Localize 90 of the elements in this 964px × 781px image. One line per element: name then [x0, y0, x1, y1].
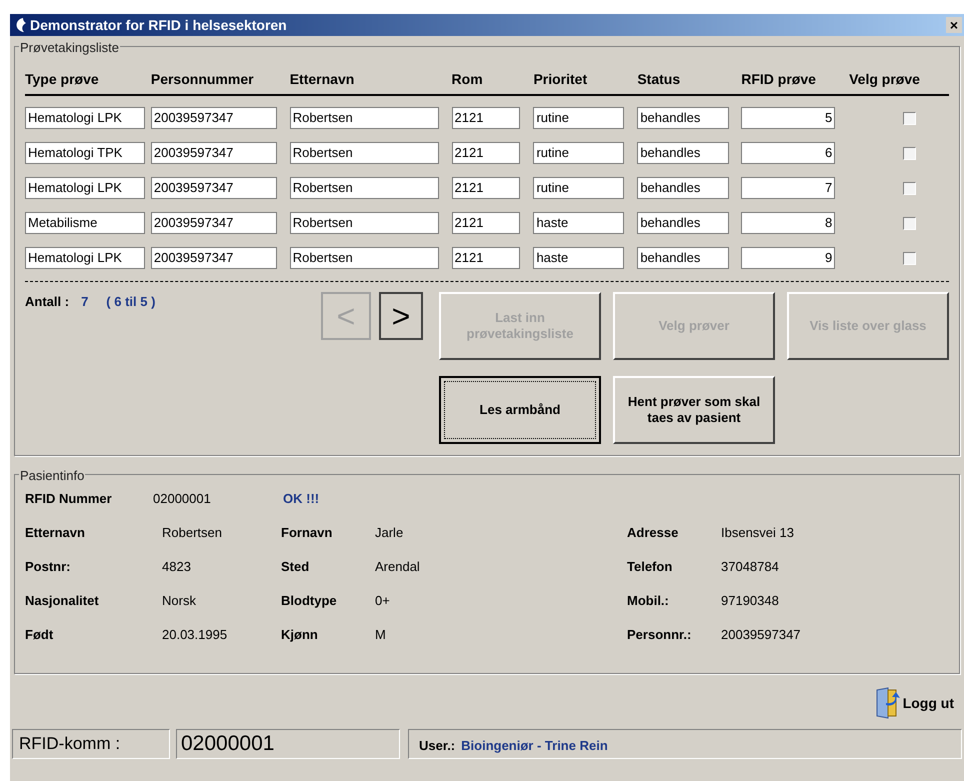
logout-button[interactable]: Logg ut [874, 687, 954, 719]
checkbox[interactable] [902, 146, 916, 160]
text-field[interactable]: rutine [533, 107, 624, 129]
text-field[interactable]: Robertsen [290, 247, 439, 269]
column-header: Rom [452, 70, 484, 89]
field-value: Arendal [375, 558, 420, 576]
text-field[interactable]: Hematologi TPK [25, 142, 145, 164]
action-button[interactable]: Les armbånd [439, 376, 601, 444]
text-field[interactable]: haste [533, 247, 624, 269]
text-field[interactable]: 20039597347 [150, 107, 277, 129]
field-value: 97190348 [721, 592, 779, 610]
action-button[interactable]: Hent prøver som skal taes av pasient [613, 376, 775, 444]
text-field[interactable]: rutine [533, 142, 624, 164]
field-label: Kjønn [281, 626, 319, 644]
field-label: Adresse [627, 524, 680, 542]
text-field[interactable]: 6 [741, 142, 836, 164]
column-header: Status [637, 70, 682, 89]
text-field[interactable]: Robertsen [290, 142, 439, 164]
text-field[interactable]: haste [533, 212, 624, 234]
status-value: 02000001 [176, 729, 400, 759]
text-field[interactable]: 9 [741, 247, 836, 269]
leaf-icon [14, 17, 28, 33]
status-label: RFID-komm : [12, 729, 170, 759]
field-label: Postnr: [25, 558, 72, 576]
checkbox[interactable] [902, 182, 916, 194]
field-value: Jarle [375, 524, 404, 542]
field-label: Telefon [627, 558, 674, 576]
field-value: Robertsen [162, 524, 222, 542]
text-field[interactable]: behandles [637, 212, 730, 234]
field-label: Født [25, 626, 54, 644]
door-icon [874, 687, 902, 719]
text-field[interactable]: 20039597347 [150, 247, 277, 269]
field-label: Mobil.: [627, 592, 670, 610]
text-field[interactable]: behandles [637, 107, 730, 129]
field-label: Blodtype [281, 592, 338, 610]
text-field[interactable]: 20039597347 [150, 177, 277, 199]
text-field[interactable]: Robertsen [290, 177, 439, 199]
nav-button[interactable]: > [379, 292, 423, 340]
field-label: RFID Nummer [25, 490, 113, 508]
text-field[interactable]: 8 [741, 212, 836, 234]
text-field[interactable]: Hematologi LPK [25, 247, 145, 269]
column-header: Etternavn [290, 70, 356, 89]
text-field[interactable]: behandles [637, 247, 730, 269]
user-label: User.: [419, 737, 456, 756]
field-value: 20.03.1995 [162, 626, 228, 644]
text-field[interactable]: 20039597347 [150, 142, 277, 164]
text-field[interactable]: 2121 [452, 177, 520, 199]
text-field[interactable]: 7 [741, 177, 836, 199]
column-header: RFID prøve [741, 70, 817, 89]
text-field[interactable]: 20039597347 [150, 212, 277, 234]
count-label: Antall : [25, 293, 70, 311]
text-field[interactable]: Robertsen [290, 212, 439, 234]
text-field[interactable]: 2121 [452, 142, 520, 164]
text-field[interactable]: 2121 [452, 247, 520, 269]
text-field[interactable]: rutine [533, 177, 624, 199]
field-label: Personnr.: [627, 626, 692, 644]
column-header: Personnummer [150, 70, 255, 89]
text-field[interactable]: Hematologi LPK [25, 177, 145, 199]
field-value: 4823 [162, 558, 191, 576]
column-header: Velg prøve [849, 70, 921, 89]
window-title: Demonstrator for RFID i helsesektoren [30, 16, 287, 34]
text-field[interactable]: 2121 [452, 107, 520, 129]
field-label: Fornavn [281, 524, 334, 542]
count-value: 7 [80, 293, 88, 311]
field-value: 20039597347 [721, 626, 801, 644]
page-range: ( 6 til 5 ) [105, 293, 156, 311]
text-field[interactable]: Metabilisme [25, 212, 145, 234]
checkbox[interactable] [902, 216, 916, 230]
text-field[interactable]: 2121 [452, 212, 520, 234]
column-header: Type prøve [25, 70, 100, 89]
field-value: 0+ [375, 592, 390, 610]
text-field[interactable]: behandles [637, 177, 730, 199]
user-name: Bioingeniør - Trine Rein [461, 737, 608, 756]
field-label: Nasjonalitet [25, 592, 100, 610]
field-value: Ibsensvei 13 [721, 524, 794, 542]
close-button[interactable]: × [946, 17, 962, 33]
checkbox[interactable] [902, 252, 916, 264]
field-value: 37048784 [721, 558, 779, 576]
text-field[interactable]: Hematologi LPK [25, 107, 145, 129]
field-value: Norsk [162, 592, 196, 610]
field-label: Sted [281, 558, 310, 576]
text-field[interactable]: 5 [741, 107, 836, 129]
field-label: Etternavn [25, 524, 86, 542]
field-value: M [375, 626, 386, 644]
checkbox[interactable] [902, 112, 916, 124]
text-field[interactable]: Robertsen [290, 107, 439, 129]
field-value: 02000001 [153, 490, 212, 508]
text-field[interactable]: behandles [637, 142, 730, 164]
column-header: Prioritet [533, 70, 588, 89]
status-text: OK !!! [283, 490, 320, 508]
